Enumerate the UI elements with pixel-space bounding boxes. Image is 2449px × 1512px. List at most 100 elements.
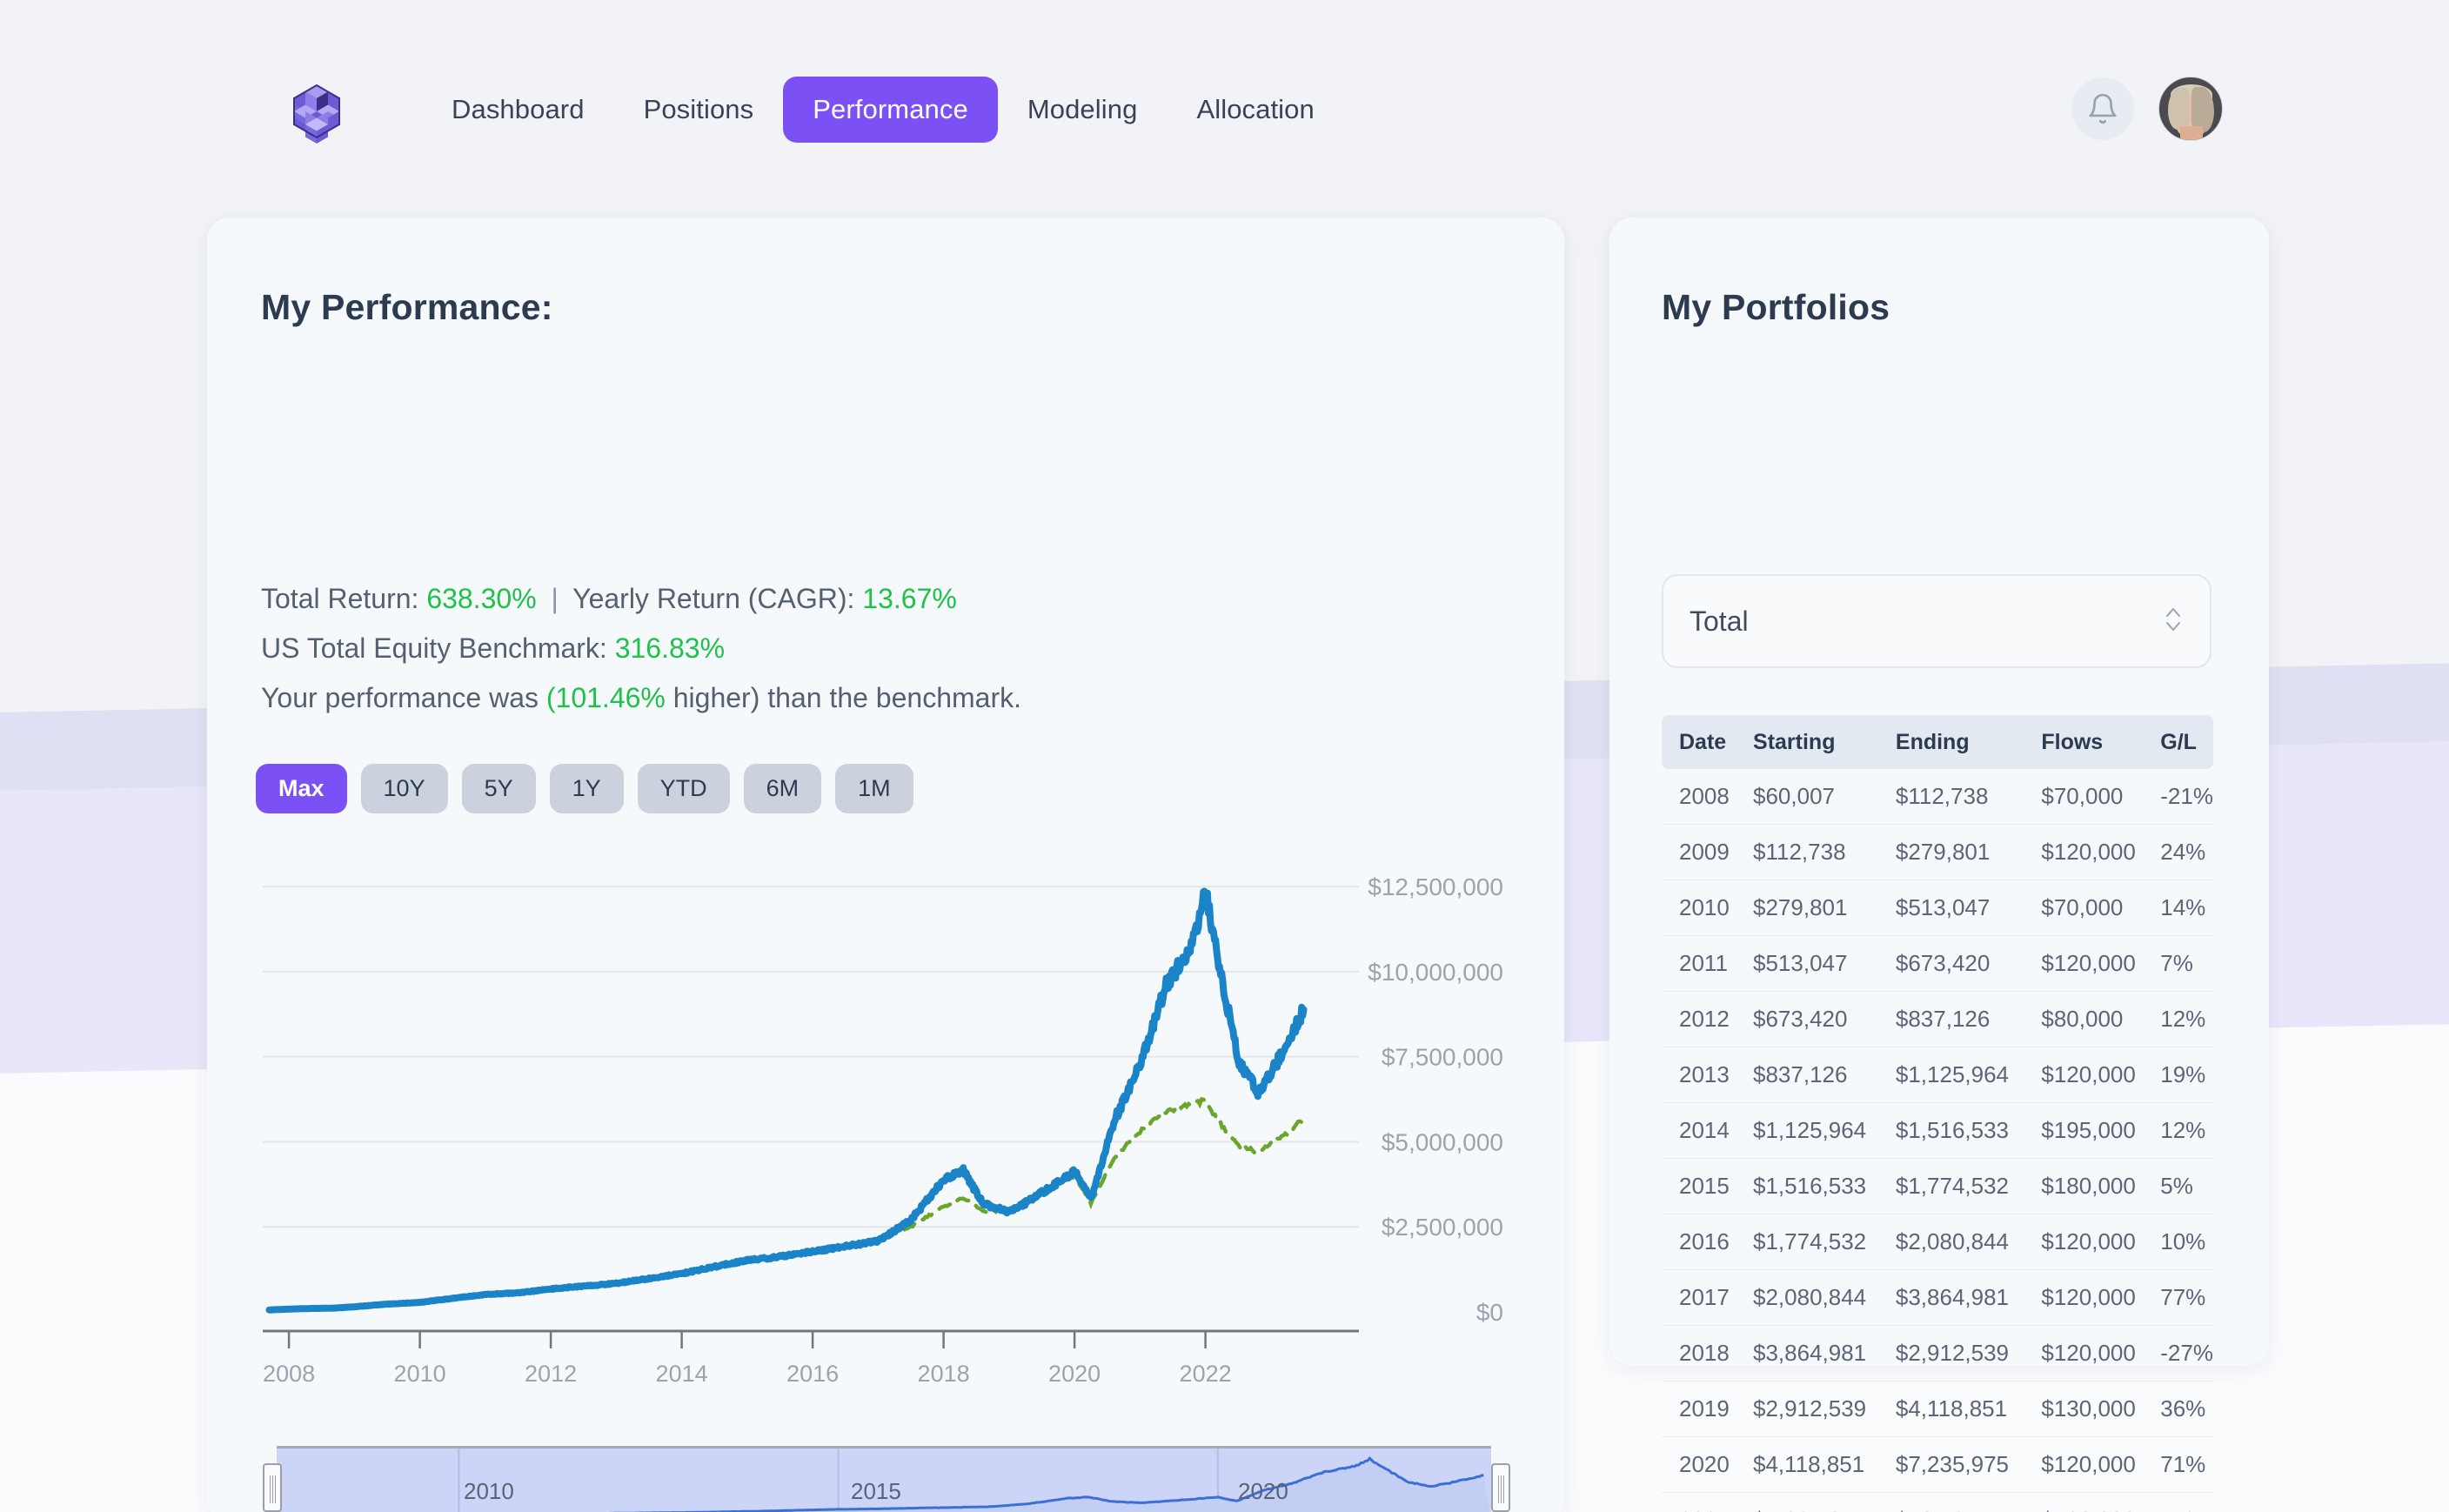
cell-gl: 19% (2160, 1047, 2213, 1103)
cagr-label: Yearly Return (CAGR): (572, 583, 854, 614)
slider-tick-2015: 2015 (851, 1478, 901, 1505)
column-header-ending[interactable]: Ending (1896, 715, 2041, 769)
summary-line-returns: Total Return: 638.30% | Yearly Return (C… (261, 574, 1021, 624)
x-axis-tick: 2014 (656, 1361, 708, 1383)
cell-ending: $673,420 (1896, 936, 2041, 992)
performance-chart[interactable]: $0$2,500,000$5,000,000$7,500,000$10,000,… (258, 826, 1510, 1383)
performance-card: My Performance: Total Return: 638.30% | … (207, 217, 1564, 1512)
y-axis-tick: $5,000,000 (1382, 1128, 1503, 1155)
cell-ending: $1,516,533 (1896, 1103, 2041, 1159)
column-header-starting[interactable]: Starting (1753, 715, 1896, 769)
table-row[interactable]: 2014$1,125,964$1,516,533$195,00012% (1662, 1103, 2213, 1159)
table-row[interactable]: 2017$2,080,844$3,864,981$120,00077% (1662, 1270, 2213, 1326)
cell-ending: $1,125,964 (1896, 1047, 2041, 1103)
range-button-6m[interactable]: 6M (744, 764, 822, 813)
table-row[interactable]: 2009$112,738$279,801$120,00024% (1662, 825, 2213, 880)
cell-date: 2015 (1662, 1159, 1753, 1214)
range-slider-right-handle[interactable] (1491, 1463, 1510, 1512)
benchmark-label: US Total Equity Benchmark: (261, 632, 607, 664)
cell-date: 2018 (1662, 1326, 1753, 1382)
cell-starting: $2,080,844 (1753, 1270, 1896, 1326)
cell-date: 2012 (1662, 992, 1753, 1047)
nav-item-performance[interactable]: Performance (783, 77, 998, 143)
table-row[interactable]: 2011$513,047$673,420$120,0007% (1662, 936, 2213, 992)
portfolio-select[interactable]: Total (1662, 574, 2211, 668)
table-body: 2008$60,007$112,738$70,000-21%2009$112,7… (1662, 769, 2213, 1512)
cell-flows: $70,000 (2041, 769, 2160, 825)
table-row[interactable]: 2015$1,516,533$1,774,532$180,0005% (1662, 1159, 2213, 1214)
cell-flows: $120,000 (2041, 1493, 2160, 1512)
cell-ending: $2,080,844 (1896, 1214, 2041, 1270)
top-navigation-bar: Dashboard Positions Performance Modeling… (0, 0, 2449, 222)
cell-starting: $112,738 (1753, 825, 1896, 880)
range-button-1y[interactable]: 1Y (550, 764, 624, 813)
nav-item-modeling[interactable]: Modeling (998, 77, 1168, 143)
cell-starting: $2,912,539 (1753, 1382, 1896, 1437)
summary-separator: | (545, 583, 565, 614)
cell-starting: $7,235,975 (1753, 1493, 1896, 1512)
x-axis-tick: 2012 (525, 1361, 577, 1383)
user-avatar[interactable] (2158, 77, 2223, 141)
table-row[interactable]: 2018$3,864,981$2,912,539$120,000-27% (1662, 1326, 2213, 1382)
cell-date: 2017 (1662, 1270, 1753, 1326)
table-row[interactable]: 2020$4,118,851$7,235,975$120,00071% (1662, 1437, 2213, 1493)
column-header-gl[interactable]: G/L (2160, 715, 2213, 769)
cell-flows: $120,000 (2041, 1047, 2160, 1103)
cell-flows: $120,000 (2041, 1326, 2160, 1382)
x-axis-tick: 2008 (263, 1361, 315, 1383)
notification-bell-icon[interactable] (2071, 77, 2134, 140)
main-nav: Dashboard Positions Performance Modeling… (422, 77, 1344, 143)
benchmark-line (270, 1100, 1304, 1310)
cell-ending: $2,912,539 (1896, 1326, 2041, 1382)
table-row[interactable]: 2021$7,235,975$10,764,157$120,00047% (1662, 1493, 2213, 1512)
cell-flows: $70,000 (2041, 880, 2160, 936)
range-slider-track[interactable]: 2010 2015 2020 (277, 1446, 1491, 1512)
y-axis-tick: $12,500,000 (1368, 873, 1503, 900)
nav-item-positions[interactable]: Positions (614, 77, 784, 143)
range-button-ytd[interactable]: YTD (638, 764, 730, 813)
total-return-label: Total Return: (261, 583, 418, 614)
nav-item-allocation[interactable]: Allocation (1167, 77, 1343, 143)
cell-gl: 24% (2160, 825, 2213, 880)
cell-starting: $279,801 (1753, 880, 1896, 936)
cell-gl: 36% (2160, 1382, 2213, 1437)
cell-ending: $4,118,851 (1896, 1382, 2041, 1437)
chart-range-slider[interactable]: 2010 2015 2020 (258, 1446, 1510, 1512)
portfolios-card: My Portfolios Total Date Starting Ending… (1609, 217, 2269, 1366)
table-row[interactable]: 2013$837,126$1,125,964$120,00019% (1662, 1047, 2213, 1103)
comparison-value: (101.46% (546, 682, 666, 713)
cell-flows: $80,000 (2041, 992, 2160, 1047)
cell-gl: 5% (2160, 1159, 2213, 1214)
cell-starting: $1,516,533 (1753, 1159, 1896, 1214)
cell-date: 2019 (1662, 1382, 1753, 1437)
range-button-10y[interactable]: 10Y (361, 764, 448, 813)
cell-ending: $3,864,981 (1896, 1270, 2041, 1326)
cell-flows: $120,000 (2041, 936, 2160, 992)
range-button-max[interactable]: Max (256, 764, 347, 813)
cell-date: 2013 (1662, 1047, 1753, 1103)
x-axis-tick: 2010 (394, 1361, 446, 1383)
time-range-selector: Max 10Y 5Y 1Y YTD 6M 1M (256, 764, 913, 813)
table-row[interactable]: 2019$2,912,539$4,118,851$130,00036% (1662, 1382, 2213, 1437)
cell-ending: $279,801 (1896, 825, 2041, 880)
column-header-flows[interactable]: Flows (2041, 715, 2160, 769)
nav-item-dashboard[interactable]: Dashboard (422, 77, 614, 143)
summary-line-comparison: Your performance was (101.46% higher) th… (261, 673, 1021, 723)
table-row[interactable]: 2016$1,774,532$2,080,844$120,00010% (1662, 1214, 2213, 1270)
slider-tick-2010: 2010 (464, 1478, 514, 1505)
portfolio-line (270, 891, 1304, 1309)
range-button-5y[interactable]: 5Y (462, 764, 536, 813)
cell-date: 2016 (1662, 1214, 1753, 1270)
range-slider-left-handle[interactable] (263, 1463, 282, 1512)
cell-date: 2021 (1662, 1493, 1753, 1512)
cell-starting: $673,420 (1753, 992, 1896, 1047)
cell-gl: 14% (2160, 880, 2213, 936)
cell-ending: $7,235,975 (1896, 1437, 2041, 1493)
cube-hex-logo-icon[interactable] (280, 80, 353, 153)
table-row[interactable]: 2010$279,801$513,047$70,00014% (1662, 880, 2213, 936)
cell-starting: $513,047 (1753, 936, 1896, 992)
table-row[interactable]: 2012$673,420$837,126$80,00012% (1662, 992, 2213, 1047)
column-header-date[interactable]: Date (1662, 715, 1753, 769)
range-button-1m[interactable]: 1M (835, 764, 913, 813)
table-row[interactable]: 2008$60,007$112,738$70,000-21% (1662, 769, 2213, 825)
